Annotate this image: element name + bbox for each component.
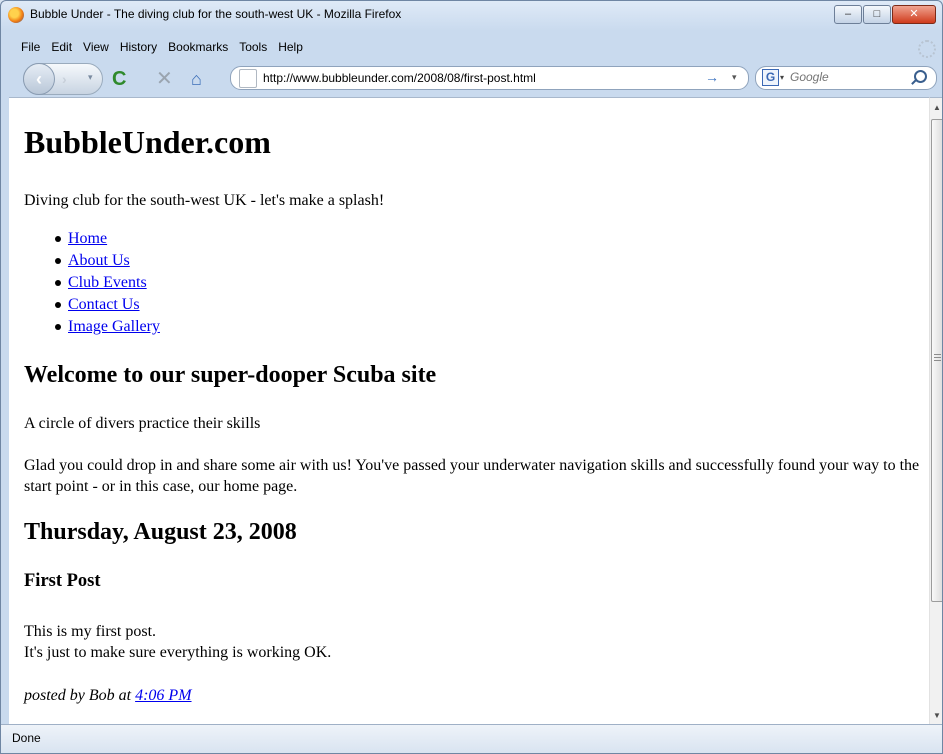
date-heading: Thursday, August 23, 2008 [24, 519, 297, 545]
menu-bookmarks[interactable]: Bookmarks [163, 40, 234, 58]
nav-link-contact-us[interactable]: Contact Us [68, 296, 140, 313]
tagline: Diving club for the south-west UK - let'… [24, 192, 385, 209]
nav-link-club-events[interactable]: Club Events [68, 274, 147, 291]
menu-help[interactable]: Help [273, 40, 309, 58]
nav-item: Club Events [55, 273, 160, 295]
nav-link-home[interactable]: Home [68, 230, 107, 247]
url-dropdown-icon[interactable]: ▾ [732, 72, 737, 83]
nav-item: About Us [55, 251, 160, 273]
page-content: BubbleUnder.com Diving club for the sout… [9, 97, 929, 725]
engine-dropdown-icon[interactable]: ▾ [780, 73, 784, 82]
browser-window: Bubble Under - The diving club for the s… [0, 0, 943, 754]
scroll-grip-icon [934, 354, 941, 361]
forward-button[interactable]: › [62, 71, 67, 87]
image-caption: A circle of divers practice their skills [24, 415, 261, 432]
vertical-scrollbar[interactable]: ▲ ▼ [929, 97, 942, 725]
go-arrow-icon[interactable]: → [705, 69, 719, 85]
welcome-heading: Welcome to our super-dooper Scuba site [24, 362, 437, 388]
back-forward-group: ‹ › ▾ [23, 63, 103, 95]
status-text: Done [12, 731, 41, 745]
status-bar: Done [1, 724, 942, 753]
search-icon[interactable] [914, 70, 927, 83]
scroll-down-icon[interactable]: ▼ [933, 711, 941, 720]
nav-link-image-gallery[interactable]: Image Gallery [68, 318, 160, 335]
post-title: First Post [24, 571, 101, 591]
page-favicon-icon [239, 69, 257, 88]
menu-tools[interactable]: Tools [234, 40, 273, 58]
scroll-up-icon[interactable]: ▲ [933, 103, 941, 112]
throbber-icon [918, 40, 936, 58]
nav-item: Home [55, 229, 160, 251]
post-body-line: This is my first post. [24, 623, 157, 640]
firefox-icon [8, 7, 24, 23]
url-text[interactable]: http://www.bubbleunder.com/2008/08/first… [263, 71, 536, 85]
reload-icon[interactable]: C [112, 69, 126, 89]
maximize-button[interactable]: □ [863, 5, 891, 24]
intro-paragraph: Glad you could drop in and share some ai… [24, 457, 920, 495]
back-button[interactable]: ‹ [23, 63, 55, 95]
menu-bar: File Edit View History Bookmarks Tools H… [1, 40, 309, 58]
title-bar: Bubble Under - The diving club for the s… [1, 1, 942, 37]
window-title: Bubble Under - The diving club for the s… [30, 7, 402, 21]
post-time-link[interactable]: 4:06 PM [135, 687, 191, 704]
post-footer: posted by Bob at 4:06 PM [24, 685, 192, 706]
site-nav: Home About Us Club Events Contact Us Ima… [24, 229, 160, 339]
search-input[interactable] [790, 68, 908, 86]
menu-view[interactable]: View [78, 40, 115, 58]
search-bar: G ▾ [755, 66, 937, 90]
nav-link-about-us[interactable]: About Us [68, 252, 130, 269]
nav-item: Contact Us [55, 295, 160, 317]
close-button[interactable]: ✕ [892, 5, 936, 24]
history-dropdown-icon[interactable]: ▾ [88, 72, 93, 83]
address-bar[interactable]: http://www.bubbleunder.com/2008/08/first… [230, 66, 749, 90]
menu-edit[interactable]: Edit [46, 40, 78, 58]
stop-icon[interactable]: ✕ [156, 69, 173, 89]
minimize-button[interactable]: – [834, 5, 862, 24]
menu-history[interactable]: History [115, 40, 163, 58]
google-engine-icon[interactable]: G [762, 69, 779, 86]
post-body-line: It's just to make sure everything is wor… [24, 644, 332, 661]
home-icon[interactable]: ⌂ [191, 69, 202, 89]
scrollbar-thumb[interactable] [931, 119, 942, 602]
nav-item: Image Gallery [55, 317, 160, 339]
posted-by-text: posted by Bob at [24, 687, 136, 704]
site-title: BubbleUnder.com [24, 124, 271, 160]
window-controls: – □ ✕ [833, 5, 936, 24]
navigation-toolbar: ‹ › ▾ C ✕ ⌂ http://www.bubbleunder.com/2… [1, 61, 942, 97]
menu-file[interactable]: File [1, 40, 46, 58]
